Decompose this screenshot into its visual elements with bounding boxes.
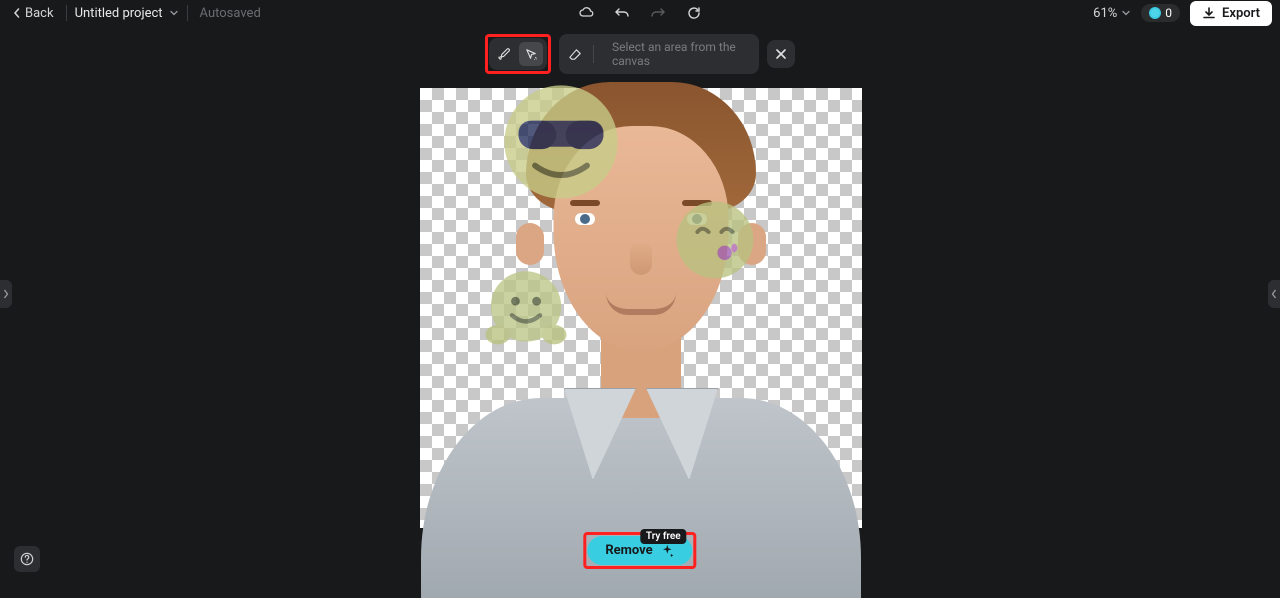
eraser-icon [568, 47, 583, 62]
chevron-left-icon [12, 8, 22, 18]
remove-label: Remove [605, 543, 652, 558]
divider [66, 5, 67, 21]
redo-icon [650, 5, 666, 21]
chevron-down-icon [169, 8, 179, 18]
undo-button[interactable] [610, 1, 634, 25]
selected-object-emoji-hug[interactable] [482, 266, 570, 354]
selected-object-emoji-sunglasses[interactable] [502, 83, 620, 201]
chevron-down-icon [1121, 8, 1131, 18]
canvas[interactable] [420, 88, 862, 528]
masking-toolbar: Select an area from the canvas [485, 34, 795, 74]
left-panel-handle[interactable] [0, 280, 12, 308]
credits-value: 0 [1165, 6, 1172, 20]
autosaved-label: Autosaved [200, 6, 261, 21]
top-bar: Back Untitled project Autosaved 61% 0 [0, 0, 1280, 26]
close-toolbar-button[interactable] [767, 40, 795, 68]
help-button[interactable] [14, 546, 40, 572]
back-label: Back [25, 6, 54, 21]
credits-icon [1149, 7, 1161, 19]
divider [187, 5, 188, 21]
project-title-text: Untitled project [75, 6, 163, 21]
ai-select-tool-button[interactable] [519, 42, 543, 66]
zoom-value: 61% [1093, 6, 1117, 21]
divider [593, 45, 594, 63]
chevron-right-icon [3, 289, 9, 299]
cloud-icon [578, 5, 594, 21]
tool-group-selection [489, 38, 547, 70]
remove-button[interactable]: Remove Try free [587, 536, 692, 565]
selected-object-emoji-kiss[interactable] [675, 200, 755, 280]
export-button[interactable]: Export [1190, 1, 1272, 26]
zoom-dropdown[interactable]: 61% [1093, 6, 1131, 21]
brush-icon [498, 47, 513, 62]
cloud-button[interactable] [574, 1, 598, 25]
history-actions [574, 1, 706, 25]
sparkle-icon [661, 544, 675, 558]
chevron-left-icon [1271, 289, 1277, 299]
eraser-tool-button[interactable] [563, 42, 587, 66]
undo-icon [614, 5, 630, 21]
back-button[interactable]: Back [8, 4, 58, 23]
tool-group-eraser: Select an area from the canvas [559, 34, 759, 74]
right-actions: 61% 0 Export [1093, 1, 1272, 26]
reload-button[interactable] [682, 1, 706, 25]
export-label: Export [1222, 6, 1260, 21]
highlight-tools-annotation [485, 34, 551, 74]
ai-select-icon [524, 47, 539, 62]
prompt-placeholder: Select an area from the canvas [612, 40, 743, 68]
credits-badge[interactable]: 0 [1141, 4, 1180, 22]
brush-tool-button[interactable] [493, 42, 517, 66]
prompt-input[interactable]: Select an area from the canvas [600, 38, 755, 70]
try-free-badge: Try free [640, 529, 687, 544]
download-icon [1202, 6, 1216, 20]
project-title-dropdown[interactable]: Untitled project [75, 6, 179, 21]
right-panel-handle[interactable] [1268, 280, 1280, 308]
reload-icon [686, 5, 702, 21]
highlight-remove-annotation: Remove Try free [583, 532, 696, 569]
help-icon [20, 552, 34, 566]
redo-button[interactable] [646, 1, 670, 25]
close-icon [775, 48, 787, 60]
